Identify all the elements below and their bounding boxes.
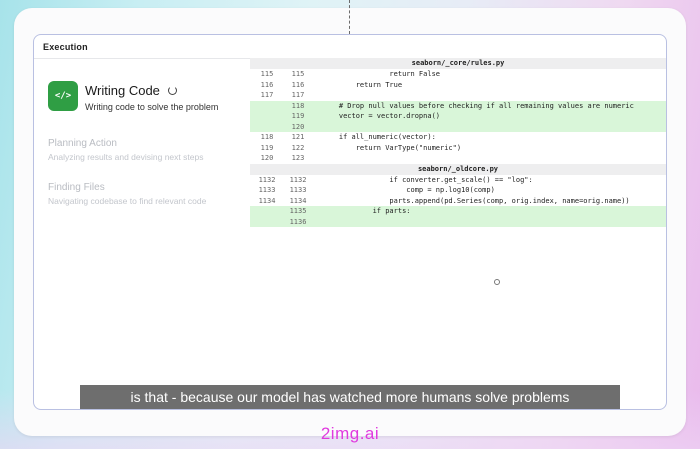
diff-line: 1134 1134 parts.append(pd.Series(comp, or… bbox=[250, 196, 666, 207]
diff-line-added: 118 # Drop null values before checking i… bbox=[250, 100, 666, 112]
old-line-number: 119 bbox=[260, 143, 274, 152]
old-line-number bbox=[250, 217, 284, 228]
diff-line-added: 120 bbox=[250, 121, 666, 133]
new-line-number: 119 bbox=[291, 112, 305, 120]
new-line-number: 1133 bbox=[289, 186, 307, 194]
diff-line: 117 117 bbox=[250, 90, 666, 101]
code-text: if parts: bbox=[322, 207, 411, 215]
code-text: comp = np.log10(comp) bbox=[322, 186, 495, 194]
diff-line: 116 116 return True bbox=[250, 80, 666, 91]
code-text: vector = vector.dropna() bbox=[322, 112, 441, 120]
new-line-number: 121 bbox=[291, 133, 305, 141]
diff-line-added: 1136 bbox=[250, 216, 666, 228]
step-title: Planning Action bbox=[48, 138, 117, 149]
code-text: return VarType("numeric") bbox=[322, 143, 462, 152]
diff-line: 1132 1132 if converter.get_scale() == "lo… bbox=[250, 175, 666, 186]
code-text: # Drop null values before checking if al… bbox=[322, 101, 634, 110]
old-line-number: 120 bbox=[260, 154, 274, 162]
new-line-number: 116 bbox=[291, 80, 305, 89]
step-planning-action[interactable]: Planning Action Analyzing results and de… bbox=[48, 138, 248, 162]
watermark: 2img.ai bbox=[320, 424, 380, 443]
old-line-number bbox=[250, 206, 284, 217]
code-text: parts.append(pd.Series(comp, orig.index,… bbox=[322, 196, 630, 205]
code-text: return True bbox=[322, 80, 403, 89]
old-line-number: 1134 bbox=[258, 196, 276, 205]
code-text: return False bbox=[322, 70, 441, 78]
new-line-number: 117 bbox=[291, 91, 305, 99]
step-description: Writing code to solve the problem bbox=[85, 102, 219, 112]
diff-line: 118 121 if all_numeric(vector): bbox=[250, 132, 666, 143]
diff-line: 1133 1133 comp = np.log10(comp) bbox=[250, 185, 666, 196]
new-line-number: 123 bbox=[291, 154, 305, 162]
loading-spinner-icon bbox=[167, 86, 177, 95]
old-line-number: 118 bbox=[260, 133, 274, 141]
old-line-number bbox=[250, 101, 284, 112]
new-line-number: 115 bbox=[291, 70, 305, 78]
new-line-number: 1132 bbox=[289, 175, 307, 184]
code-diff-view[interactable]: seaborn/_core/rules.py 115 115 return Fals… bbox=[250, 58, 666, 227]
code-icon: </> bbox=[48, 81, 78, 111]
diff-line: 119 122 return VarType("numeric") bbox=[250, 143, 666, 154]
code-text: if converter.get_scale() == "log": bbox=[322, 175, 533, 184]
diff-line-added: 119 vector = vector.dropna() bbox=[250, 111, 666, 122]
new-line-number: 122 bbox=[291, 143, 305, 152]
old-line-number: 116 bbox=[260, 80, 274, 89]
new-line-number: 120 bbox=[291, 122, 305, 131]
diff-line-added: 1135 if parts: bbox=[250, 206, 666, 217]
new-line-number: 1135 bbox=[289, 207, 307, 215]
mouse-cursor-icon bbox=[494, 279, 500, 285]
video-caption: is that - because our model has watched … bbox=[80, 385, 620, 409]
step-writing-code[interactable]: </> Writing Code Writing code to solve t… bbox=[48, 81, 248, 112]
new-line-number: 1134 bbox=[289, 196, 307, 205]
old-line-number: 117 bbox=[260, 91, 274, 99]
step-list: </> Writing Code Writing code to solve t… bbox=[48, 81, 248, 206]
connector-line bbox=[349, 0, 350, 34]
diff-line: 115 115 return False bbox=[250, 69, 666, 80]
diff-file-header: seaborn/_oldcore.py bbox=[250, 163, 666, 175]
new-line-number: 118 bbox=[291, 101, 305, 110]
execution-panel: Execution </> Writing Code Writing code … bbox=[33, 34, 667, 410]
panel-header: Execution bbox=[34, 35, 666, 59]
step-title: Finding Files bbox=[48, 182, 105, 193]
new-line-number: 1136 bbox=[289, 217, 307, 226]
diff-line: 120 123 bbox=[250, 153, 666, 164]
old-line-number: 1132 bbox=[258, 175, 276, 184]
step-finding-files[interactable]: Finding Files Navigating codebase to fin… bbox=[48, 182, 248, 206]
old-line-number: 115 bbox=[260, 70, 274, 78]
panel-title: Execution bbox=[43, 41, 88, 52]
old-line-number bbox=[250, 111, 284, 122]
code-text: if all_numeric(vector): bbox=[322, 133, 436, 141]
diff-file-header: seaborn/_core/rules.py bbox=[250, 58, 666, 69]
old-line-number: 1133 bbox=[258, 186, 276, 194]
step-description: Navigating codebase to find relevant cod… bbox=[48, 196, 207, 206]
old-line-number bbox=[250, 122, 284, 133]
step-description: Analyzing results and devising next step… bbox=[48, 152, 204, 162]
step-title: Writing Code bbox=[85, 83, 160, 98]
